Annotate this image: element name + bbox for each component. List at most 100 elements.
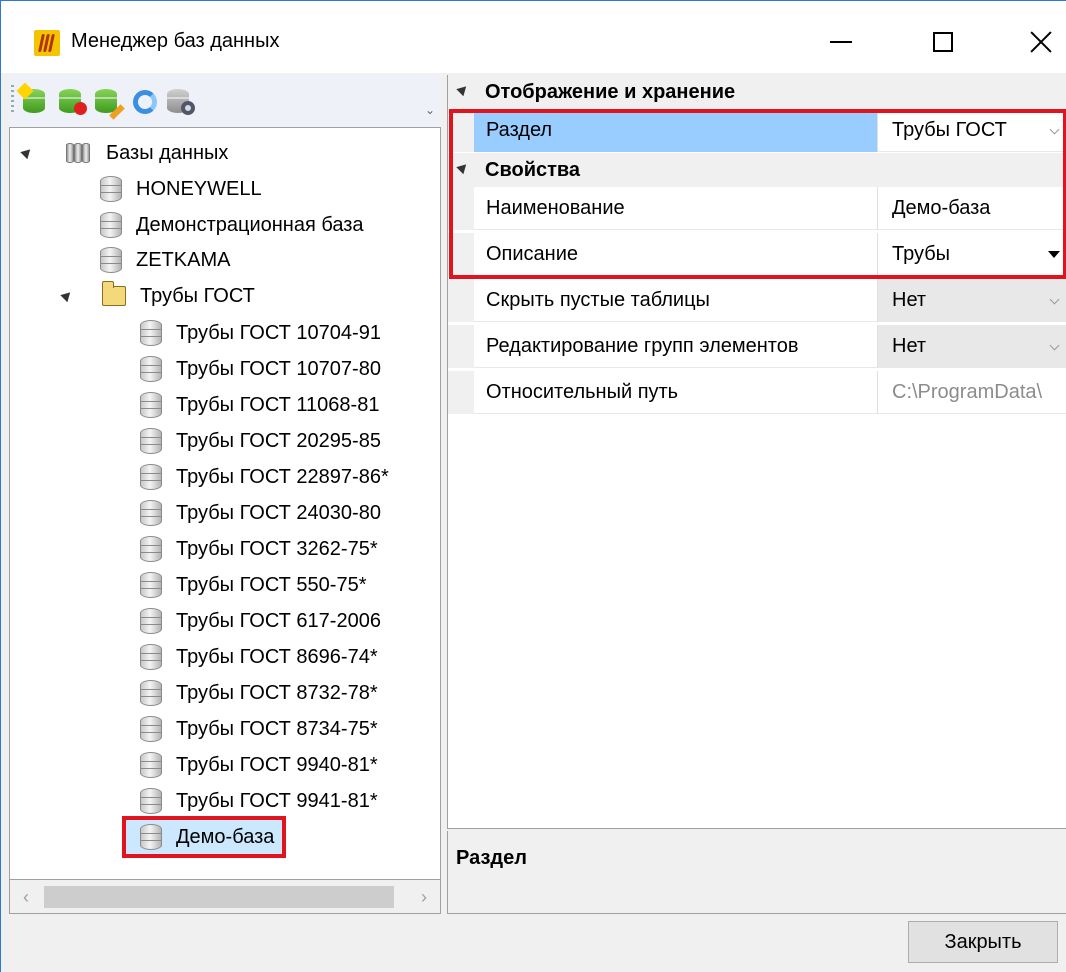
tree-item[interactable]: Трубы ГОСТ 8732-78* [140,676,378,710]
tree-item-label: Трубы ГОСТ 20295-85 [176,429,381,452]
database-manager-window: Менеджер баз данных ⌄ Базы данных HONEYW… [0,0,1066,972]
property-value: Трубы ГОСТ [892,119,1007,141]
tree-item[interactable]: Трубы ГОСТ 22897-86* [140,460,389,494]
property-value-field[interactable]: Демо-база [878,187,1066,230]
tree-item[interactable]: Демонстрационная база [100,208,364,242]
title-bar: Менеджер баз данных [1,1,1066,73]
scroll-right-icon[interactable]: › [414,888,434,906]
collapse-arrow-icon[interactable] [456,160,470,175]
database-icon [140,500,162,526]
scroll-left-icon[interactable]: ‹ [16,888,36,906]
expand-arrow-icon[interactable] [60,288,74,303]
property-value-combo[interactable]: Трубы ГОСТ [878,109,1066,152]
tree-item[interactable]: ZETKAMA [100,243,230,277]
property-grid: Отображение и хранение Раздел Трубы ГОСТ… [447,75,1066,829]
tree-item[interactable]: Трубы ГОСТ 617-2006 [140,604,381,638]
database-icon [140,644,162,670]
property-row-hide-empty[interactable]: Скрыть пустые таблицы Нет [448,279,1066,322]
property-row-relative-path[interactable]: Относительный путь C:\ProgramData\ [448,371,1066,414]
tree-folder-gost[interactable]: Трубы ГОСТ [10,279,440,313]
tree-horizontal-scrollbar[interactable]: ‹ › [9,880,441,914]
folder-icon [102,281,126,306]
tree-item[interactable]: Трубы ГОСТ 8734-75* [140,712,378,746]
category-label: Свойства [485,158,581,181]
remove-database-icon[interactable] [57,89,87,115]
category-properties[interactable]: Свойства [448,153,1066,187]
close-button[interactable]: Закрыть [908,921,1058,963]
tree-item[interactable]: Трубы ГОСТ 10707-80 [140,352,381,386]
tree-item-label: Демо-база [176,825,275,848]
refresh-icon[interactable] [129,89,159,115]
category-display-storage[interactable]: Отображение и хранение [448,75,1066,109]
close-window-button[interactable] [1011,19,1066,65]
toolbar-overflow-icon[interactable]: ⌄ [425,104,435,116]
tree-item[interactable]: Трубы ГОСТ 10704-91 [140,316,381,350]
minimize-button[interactable] [811,19,871,65]
tree-item[interactable]: Трубы ГОСТ 8696-74* [140,640,378,674]
property-name: Скрыть пустые таблицы [474,279,878,322]
edit-database-icon[interactable] [93,89,125,120]
database-icon [140,392,162,418]
property-row-name[interactable]: Наименование Демо-база [448,187,1066,230]
property-row-description[interactable]: Описание Трубы [448,233,1066,276]
tree-item-label: ZETKAMA [136,248,231,271]
expand-arrow-icon[interactable] [20,145,34,160]
tree-item-label: Трубы ГОСТ 8732-78* [176,681,378,704]
database-icon [140,428,162,454]
database-icon [140,788,162,814]
property-name: Редактирование групп элементов [474,325,878,368]
tree-root-databases[interactable]: Базы данных [10,136,440,170]
database-icon [140,320,162,346]
property-value-combo[interactable]: Нет [878,325,1066,368]
database-tree: Базы данных HONEYWELL Демонстрационная б… [9,127,441,880]
category-label: Отображение и хранение [485,80,736,103]
add-database-icon[interactable] [16,82,51,115]
tree-item-label: Трубы ГОСТ 617-2006 [176,609,381,632]
database-settings-icon[interactable] [165,89,195,115]
tree-item[interactable]: Трубы ГОСТ 550-75* [140,568,366,602]
description-title: Раздел [456,847,527,869]
property-name: Раздел [474,109,878,152]
app-logo-icon [34,30,60,56]
chevron-down-icon[interactable] [1049,124,1060,135]
tree-item[interactable]: Трубы ГОСТ 11068-81 [140,388,379,422]
maximize-button[interactable] [913,19,973,65]
tree-item[interactable]: Трубы ГОСТ 9941-81* [140,784,378,818]
tree-item-label: Трубы ГОСТ 11068-81 [176,393,380,416]
tree-item-label: Трубы ГОСТ 24030-80 [176,501,381,524]
tree-folder-label: Трубы ГОСТ [140,284,255,307]
database-icon [140,464,162,490]
property-value: Демо-база [892,197,991,219]
property-row-section[interactable]: Раздел Трубы ГОСТ [448,109,1066,152]
tree-item[interactable]: HONEYWELL [100,172,262,206]
tree-item-label: Трубы ГОСТ 10704-91 [176,321,381,344]
scrollbar-thumb[interactable] [44,886,394,908]
database-icon [140,572,162,598]
database-icon [100,212,122,238]
maximize-icon [933,32,953,52]
database-icon [100,176,122,202]
tree-item[interactable]: Трубы ГОСТ 3262-75* [140,532,378,566]
property-value-combo[interactable]: Нет [878,279,1066,322]
close-icon [1030,31,1052,53]
tree-item-selected[interactable]: Демо-база [121,816,287,858]
tree-item-label: Трубы ГОСТ 3262-75* [176,537,378,560]
property-value: C:\ProgramData\ [892,381,1043,403]
tree-item[interactable]: Трубы ГОСТ 9940-81* [140,748,378,782]
tree-root-label: Базы данных [106,141,229,164]
property-row-group-edit[interactable]: Редактирование групп элементов Нет [448,325,1066,368]
property-value: Нет [892,335,927,357]
tree-item-label: Трубы ГОСТ 8696-74* [176,645,378,668]
dropdown-arrow-icon[interactable] [1048,251,1060,258]
toolbar-grip[interactable] [11,85,14,115]
tree-item[interactable]: Трубы ГОСТ 20295-85 [140,424,381,458]
chevron-down-icon[interactable] [1049,340,1060,351]
collapse-arrow-icon[interactable] [456,82,470,97]
property-value-dropdown[interactable]: Трубы [878,233,1066,276]
chevron-down-icon[interactable] [1049,294,1060,305]
tree-item-label: Трубы ГОСТ 9940-81* [176,753,378,776]
database-icon [140,536,162,562]
property-name: Описание [474,233,878,276]
tree-item[interactable]: Трубы ГОСТ 24030-80 [140,496,381,530]
database-icon [140,824,162,850]
